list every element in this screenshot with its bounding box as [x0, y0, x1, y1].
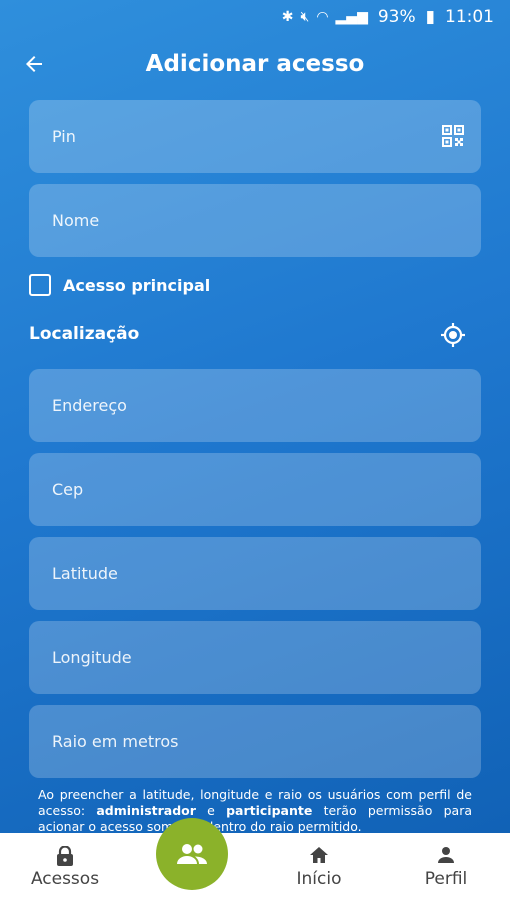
back-arrow-icon[interactable] [22, 52, 46, 76]
radius-input[interactable] [52, 732, 412, 751]
pin-field[interactable] [29, 100, 481, 173]
add-users-fab[interactable] [156, 818, 228, 890]
nav-item-acessos[interactable]: Acessos [5, 833, 125, 900]
main-access-label: Acesso principal [63, 275, 211, 295]
qr-code-icon[interactable] [442, 125, 464, 147]
battery-icon: ▮ [425, 7, 435, 27]
name-field[interactable] [29, 184, 481, 257]
radius-info-note: Ao preencher a latitude, longitude e rai… [38, 787, 472, 835]
note-text-2: e [195, 803, 227, 818]
home-icon [310, 847, 328, 863]
lock-icon [57, 846, 73, 866]
address-input[interactable] [52, 396, 412, 415]
person-icon [438, 847, 454, 863]
longitude-input[interactable] [52, 648, 412, 667]
signal-icon: ▂▄▆ [335, 9, 368, 25]
note-role-participant: participante [226, 803, 313, 818]
app-bar: Adicionar acesso [0, 34, 510, 94]
nav-label-acessos: Acessos [30, 869, 100, 889]
clock: 11:01 [445, 7, 494, 27]
status-bar: ✱ 🔇︎ ◠ ▂▄▆ 93% ▮ 11:01 [0, 0, 510, 34]
address-field[interactable] [29, 369, 481, 442]
nav-item-inicio[interactable]: Início [259, 833, 379, 900]
nav-item-perfil[interactable]: Perfil [386, 833, 506, 900]
my-location-icon[interactable] [440, 322, 466, 348]
bluetooth-icon: ✱ [281, 9, 294, 25]
main-access-checkbox[interactable] [29, 274, 51, 296]
bottom-navigation: Acessos Início Perfil [0, 833, 510, 900]
location-section-title: Localização [29, 324, 140, 344]
cep-field[interactable] [29, 453, 481, 526]
longitude-field[interactable] [29, 621, 481, 694]
radius-field[interactable] [29, 705, 481, 778]
note-role-admin: administrador [96, 803, 196, 818]
group-icon [177, 844, 207, 864]
main-access-row[interactable]: Acesso principal [29, 274, 210, 296]
wifi-icon: ◠ [316, 9, 329, 25]
status-icons: ✱ 🔇︎ ◠ ▂▄▆ [282, 9, 368, 25]
pin-input[interactable] [52, 127, 412, 146]
nav-label-perfil: Perfil [424, 869, 468, 889]
battery-percent: 93% [377, 7, 416, 27]
page-title: Adicionar acesso [145, 51, 365, 77]
latitude-field[interactable] [29, 537, 481, 610]
nav-label-inicio: Início [296, 869, 342, 889]
name-input[interactable] [52, 211, 412, 230]
latitude-input[interactable] [52, 564, 412, 583]
cep-input[interactable] [52, 480, 412, 499]
mute-icon: 🔇︎ [300, 9, 310, 25]
